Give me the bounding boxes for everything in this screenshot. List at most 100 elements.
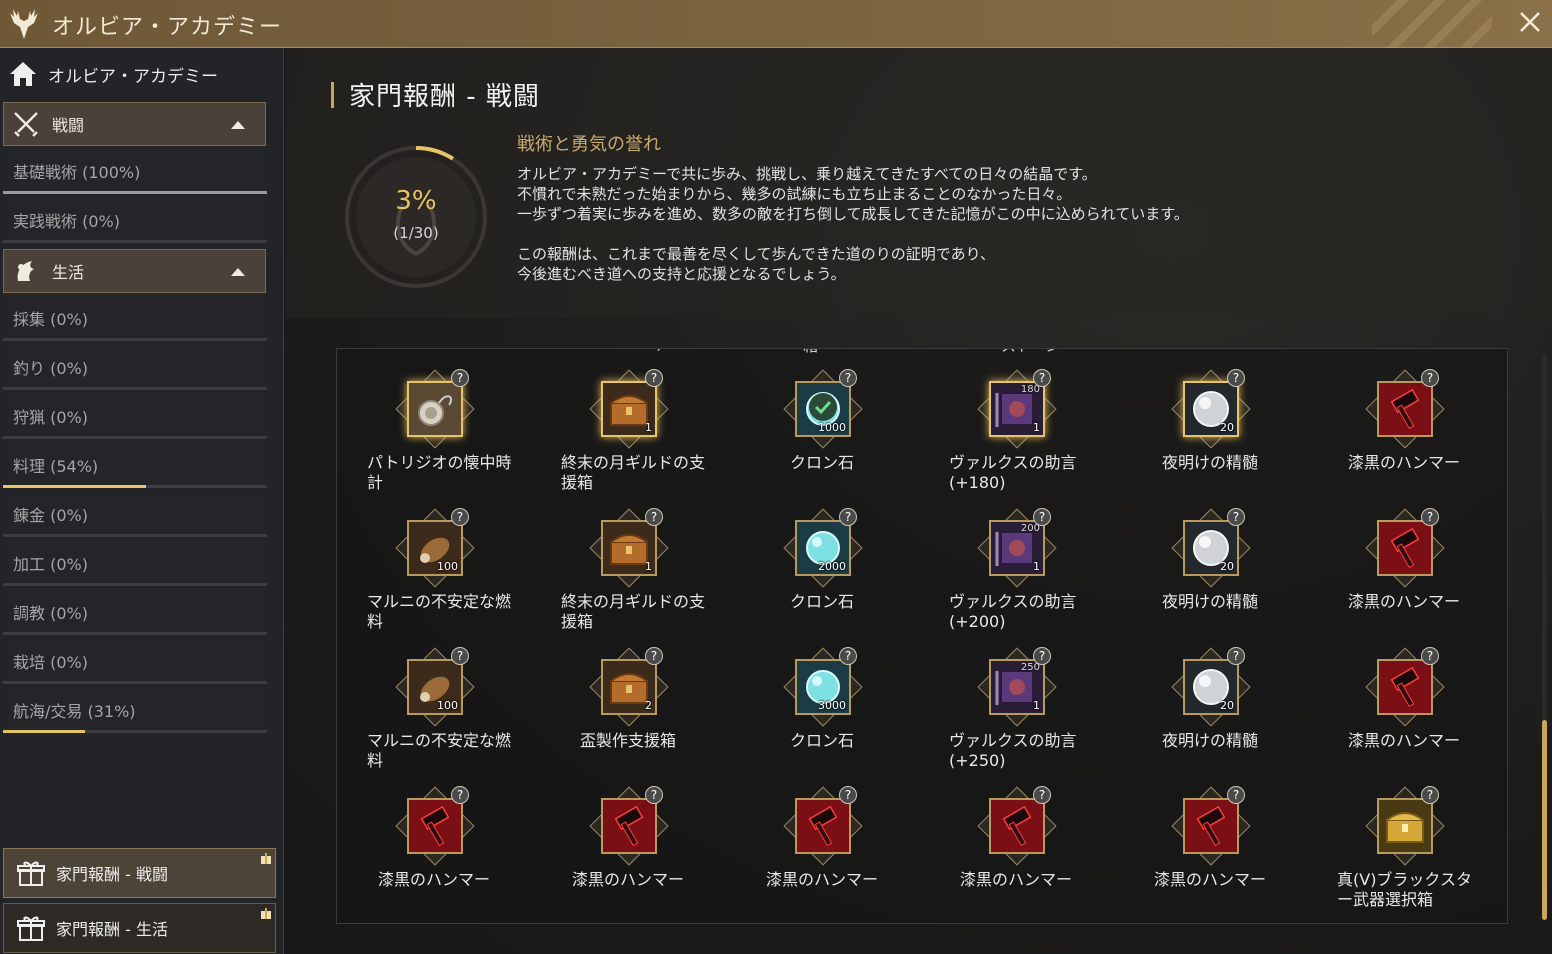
scroll-icon[interactable]: 1 250 xyxy=(989,659,1045,715)
info-question-icon[interactable]: ? xyxy=(451,369,469,387)
home-icon xyxy=(10,62,36,86)
black-hammer-icon[interactable] xyxy=(1183,798,1239,854)
sidebar-item-hunting[interactable]: 狩猟 (0%) xyxy=(3,392,267,439)
reward-item-name: パトリジオの懐中時計 xyxy=(367,453,512,492)
reward-item[interactable]: 1 180? ヴァルクスの助言(+180) xyxy=(919,369,1113,497)
scrollbar-thumb[interactable] xyxy=(1542,720,1547,920)
scroll-icon[interactable]: 1 180 xyxy=(989,381,1045,437)
info-question-icon[interactable]: ? xyxy=(645,369,663,387)
reward-item[interactable]: ? 漆黒のハンマー xyxy=(725,786,919,914)
info-question-icon[interactable]: ? xyxy=(1033,786,1051,804)
info-question-icon[interactable]: ? xyxy=(1421,647,1439,665)
reward-item[interactable]: 20? 夜明けの精髄 xyxy=(1113,508,1307,636)
sidebar-item-basic-tactics[interactable]: 基礎戦術 (100%) xyxy=(3,147,267,194)
black-hammer-icon[interactable] xyxy=(1377,659,1433,715)
sidebar-item-fishing[interactable]: 釣り (0%) xyxy=(3,343,267,390)
black-hammer-icon[interactable] xyxy=(601,798,657,854)
scroll-icon[interactable]: 1 200 xyxy=(989,520,1045,576)
sidebar-item-practical-tactics[interactable]: 実践戦術 (0%) xyxy=(3,196,267,243)
reward-item[interactable]: 1 250? ヴァルクスの助言(+250) xyxy=(919,647,1113,775)
info-question-icon[interactable]: ? xyxy=(451,786,469,804)
reward-item[interactable]: 100? マルニの不安定な燃料 xyxy=(337,508,531,636)
sidebar-item-farming[interactable]: 栽培 (0%) xyxy=(3,637,267,684)
black-hammer-icon[interactable] xyxy=(1377,381,1433,437)
title-bar[interactable]: オルビア・アカデミー xyxy=(0,0,1552,48)
reward-item-name: 漆黒のハンマー xyxy=(959,870,1072,889)
info-question-icon[interactable]: ? xyxy=(1033,508,1051,526)
info-question-icon[interactable]: ? xyxy=(645,786,663,804)
chest-icon[interactable]: 2 xyxy=(601,659,657,715)
chest-icon[interactable]: 1 xyxy=(601,520,657,576)
dawn-essence-icon[interactable]: 20 xyxy=(1183,659,1239,715)
reward-item[interactable]: ? 漆黒のハンマー xyxy=(919,786,1113,914)
info-question-icon[interactable]: ? xyxy=(839,786,857,804)
gold-chest-icon[interactable] xyxy=(1377,798,1433,854)
reward-item[interactable]: ? 漆黒のハンマー xyxy=(1307,508,1501,636)
cron-stone-icon[interactable]: 1000 xyxy=(795,381,851,437)
reward-item[interactable]: 100? マルニの不安定な燃料 xyxy=(337,647,531,775)
info-question-icon[interactable]: ? xyxy=(451,508,469,526)
info-question-icon[interactable]: ? xyxy=(1033,647,1051,665)
reward-item[interactable]: ? 漆黒のハンマー xyxy=(1307,647,1501,775)
info-question-icon[interactable]: ? xyxy=(839,369,857,387)
info-question-icon[interactable]: ? xyxy=(1227,508,1245,526)
sidebar-item-training[interactable]: 調教 (0%) xyxy=(3,588,267,635)
reward-item[interactable]: 3000? クロン石 xyxy=(725,647,919,775)
reward-combat-button[interactable]: 家門報酬 - 戦闘 xyxy=(3,848,276,898)
info-question-icon[interactable]: ? xyxy=(1033,369,1051,387)
info-question-icon[interactable]: ? xyxy=(1421,508,1439,526)
fuel-icon[interactable]: 100 xyxy=(407,520,463,576)
sidebar-item-alchemy[interactable]: 錬金 (0%) xyxy=(3,490,267,537)
reward-item[interactable]: ? 漆黒のハンマー xyxy=(337,786,531,914)
reward-grid[interactable]: 武器選択箱+150)箱ストーン?パトリジオの懐中時計1?終末の月ギルドの支援箱1… xyxy=(336,348,1508,924)
reward-item[interactable]: ? 漆黒のハンマー xyxy=(1113,786,1307,914)
reward-item-name: 終末の月ギルドの支援箱 xyxy=(561,453,706,492)
reward-life-button[interactable]: 家門報酬 - 生活 xyxy=(3,903,276,953)
reward-item[interactable]: 2000? クロン石 xyxy=(725,508,919,636)
info-question-icon[interactable]: ? xyxy=(1227,786,1245,804)
reward-item[interactable]: ? 漆黒のハンマー xyxy=(1307,369,1501,497)
black-hammer-icon[interactable] xyxy=(407,798,463,854)
cron-stone-icon[interactable]: 2000 xyxy=(795,520,851,576)
chest-icon[interactable]: 1 xyxy=(601,381,657,437)
reward-item[interactable]: 1 200? ヴァルクスの助言(+200) xyxy=(919,508,1113,636)
cron-stone-icon[interactable]: 3000 xyxy=(795,659,851,715)
info-question-icon[interactable]: ? xyxy=(1421,369,1439,387)
black-hammer-icon[interactable] xyxy=(989,798,1045,854)
close-icon[interactable] xyxy=(1518,10,1542,34)
reward-item[interactable]: 1? 終末の月ギルドの支援箱 xyxy=(531,508,725,636)
black-hammer-icon[interactable] xyxy=(795,798,851,854)
reward-item[interactable]: 20? 夜明けの精髄 xyxy=(1113,369,1307,497)
info-question-icon[interactable]: ? xyxy=(645,647,663,665)
reward-item[interactable]: 1? 終末の月ギルドの支援箱 xyxy=(531,369,725,497)
info-question-icon[interactable]: ? xyxy=(1227,369,1245,387)
dawn-essence-icon[interactable]: 20 xyxy=(1183,520,1239,576)
category-life[interactable]: 生活 xyxy=(3,249,266,293)
reward-item[interactable]: ? 真(V)ブラックスター武器選択箱 xyxy=(1307,786,1501,914)
fuel-icon[interactable]: 100 xyxy=(407,659,463,715)
reward-item[interactable]: 20? 夜明けの精髄 xyxy=(1113,647,1307,775)
collapse-up-icon[interactable] xyxy=(231,121,245,129)
sidebar-item-sailing-trade[interactable]: 航海/交易 (31%) xyxy=(3,686,267,733)
sidebar-item-processing[interactable]: 加工 (0%) xyxy=(3,539,267,586)
dawn-essence-icon[interactable]: 20 xyxy=(1183,381,1239,437)
info-question-icon[interactable]: ? xyxy=(645,508,663,526)
sidebar-item-gathering[interactable]: 採集 (0%) xyxy=(3,294,267,341)
reward-item[interactable]: 1000? クロン石 xyxy=(725,369,919,497)
black-hammer-icon[interactable] xyxy=(1377,520,1433,576)
info-question-icon[interactable]: ? xyxy=(1227,647,1245,665)
sidebar-home[interactable]: オルビア・アカデミー xyxy=(8,54,278,94)
info-question-icon[interactable]: ? xyxy=(839,647,857,665)
reward-item[interactable]: 2? 盃製作支援箱 xyxy=(531,647,725,775)
progress-track xyxy=(3,338,267,341)
sidebar-item-cooking[interactable]: 料理 (54%) xyxy=(3,441,267,488)
info-question-icon[interactable]: ? xyxy=(1421,786,1439,804)
reward-item-name: 漆黒のハンマー xyxy=(1347,453,1460,472)
reward-item[interactable]: ? 漆黒のハンマー xyxy=(531,786,725,914)
reward-item[interactable]: ? パトリジオの懐中時計 xyxy=(337,369,531,497)
collapse-up-icon[interactable] xyxy=(231,268,245,276)
category-combat[interactable]: 戦闘 xyxy=(3,102,266,146)
pocket-watch-icon[interactable] xyxy=(407,381,463,437)
info-question-icon[interactable]: ? xyxy=(451,647,469,665)
info-question-icon[interactable]: ? xyxy=(839,508,857,526)
